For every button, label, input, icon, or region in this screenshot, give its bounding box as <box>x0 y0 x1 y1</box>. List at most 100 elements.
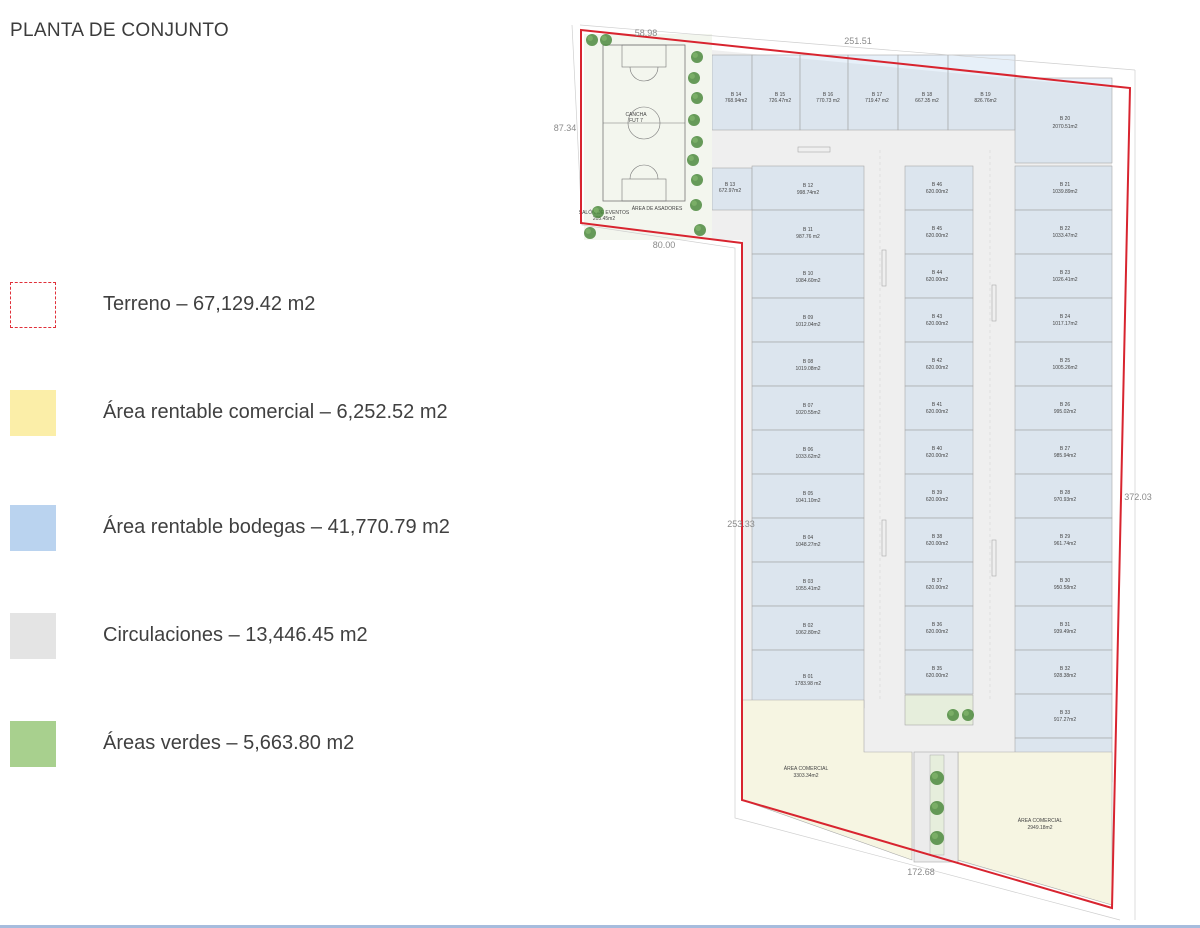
tree-highlight <box>692 175 698 181</box>
green-area-center <box>904 694 974 726</box>
tree-highlight <box>587 35 593 41</box>
bodega-label: B 05 <box>803 491 814 497</box>
bodega-label: B 04 <box>803 535 814 541</box>
bodega-label: B 20 <box>1060 116 1071 122</box>
tree-highlight <box>931 802 939 810</box>
bodega-label: B 25 <box>1060 358 1071 364</box>
bodega-b25 <box>1014 341 1113 387</box>
bodega-area: 1020.55m2 <box>795 410 820 416</box>
bodega-area: 1041.10m2 <box>795 498 820 504</box>
bodega-b26 <box>1014 385 1113 431</box>
bodega-label: B 27 <box>1060 446 1071 452</box>
bodega-label: B 21 <box>1060 182 1071 188</box>
bodega-area: 1005.26m2 <box>1052 365 1077 371</box>
bodega-b42 <box>904 341 974 387</box>
bodega-area: 950.58m2 <box>1054 585 1076 591</box>
bodega-label: B 42 <box>932 358 943 364</box>
bodega-label: B 32 <box>1060 666 1071 672</box>
bodega-b46 <box>904 165 974 211</box>
tree-highlight <box>692 93 698 99</box>
bodega-b37 <box>904 561 974 607</box>
bodega-b22 <box>1014 209 1113 255</box>
bodega-area: 620.00m2 <box>926 541 948 547</box>
tree-highlight <box>585 228 591 234</box>
bodega-b31 <box>1014 605 1113 651</box>
bodega-area: 620.00m2 <box>926 189 948 195</box>
bodega-area: 1062.80m2 <box>795 630 820 636</box>
dimension-label: 87.34 <box>554 123 577 133</box>
tree-highlight <box>931 832 939 840</box>
bodega-b21 <box>1014 165 1113 211</box>
bodega-label: B 44 <box>932 270 943 276</box>
bodega-label: B 09 <box>803 315 814 321</box>
tree-highlight <box>948 710 954 716</box>
bodega-label: B 10 <box>803 271 814 277</box>
bodega-label: B 39 <box>932 490 943 496</box>
bodega-b44 <box>904 253 974 299</box>
bodega-area: 1026.41m2 <box>1052 277 1077 283</box>
bodega-label: B 22 <box>1060 226 1071 232</box>
bodega-label: B 07 <box>803 403 814 409</box>
bodega-area: 620.00m2 <box>926 629 948 635</box>
bodega-label: B 31 <box>1060 622 1071 628</box>
bodega-area: 620.00m2 <box>926 277 948 283</box>
comercial-right-label: ÁREA COMERCIAL <box>1018 817 1063 824</box>
bodega-area: 826.76m2 <box>974 98 996 104</box>
bodega-label: B 37 <box>932 578 943 584</box>
bodega-label: B 11 <box>803 227 813 233</box>
bodega-area: 620.00m2 <box>926 233 948 239</box>
bodega-area: 1084.60m2 <box>795 278 820 284</box>
comercial-left-area: 3303.34m2 <box>793 773 818 779</box>
bodega-area: 1033.62m2 <box>795 454 820 460</box>
bodega-label: B 30 <box>1060 578 1071 584</box>
bodega-label: B 43 <box>932 314 943 320</box>
bodega-area: 917.27m2 <box>1054 717 1076 723</box>
bodega-label: B 26 <box>1060 402 1071 408</box>
bodega-label: B 02 <box>803 623 814 629</box>
bodega-area: 970.93m2 <box>1054 497 1076 503</box>
bodega-b32 <box>1014 649 1113 695</box>
tree-highlight <box>593 207 599 213</box>
bodega-b35 <box>904 649 974 695</box>
comercial-right-area: 2949.18m2 <box>1027 825 1052 831</box>
bodega-label: B 46 <box>932 182 943 188</box>
bodega-label: B 35 <box>932 666 943 672</box>
bodega-area: 768.94m2 <box>725 98 747 104</box>
cancha-label: FUT 7 <box>629 118 643 124</box>
bodega-b43 <box>904 297 974 343</box>
tree-highlight <box>688 155 694 161</box>
bodega-b45 <box>904 209 974 255</box>
bodega-b28 <box>1014 473 1113 519</box>
bodega-b36 <box>904 605 974 651</box>
bodega-label: B 38 <box>932 534 943 540</box>
bodega-label: B 45 <box>932 226 943 232</box>
bodega-label: B 03 <box>803 579 814 585</box>
comercial-left-label: ÁREA COMERCIAL <box>784 765 829 772</box>
tree-highlight <box>689 73 695 79</box>
dimension-label: 251.51 <box>844 36 872 46</box>
tree-highlight <box>695 225 701 231</box>
tree-highlight <box>601 35 607 41</box>
bodega-area: 1019.08m2 <box>795 366 820 372</box>
bodega-area: 1039.89m2 <box>1052 189 1077 195</box>
bodega-area: 928.38m2 <box>1054 673 1076 679</box>
bodega-area: 620.00m2 <box>926 321 948 327</box>
bodega-label: B 40 <box>932 446 943 452</box>
bodega-area: 719.47 m2 <box>865 98 889 104</box>
bodega-label: B 23 <box>1060 270 1071 276</box>
bodega-label: B 08 <box>803 359 814 365</box>
dimension-label: 253.33 <box>727 519 755 529</box>
bodega-b38 <box>904 517 974 563</box>
bodega-area: 995.02m2 <box>1054 409 1076 415</box>
bodega-label: B 28 <box>1060 490 1071 496</box>
bodega-area: 620.00m2 <box>926 585 948 591</box>
tree-highlight <box>692 137 698 143</box>
bodega-b30 <box>1014 561 1113 607</box>
bodega-b27 <box>1014 429 1113 475</box>
bodega-b33 <box>1014 693 1113 739</box>
bodega-area: 939.49m2 <box>1054 629 1076 635</box>
bodega-label: B 06 <box>803 447 814 453</box>
bodega-area: 1783.98 m2 <box>795 681 822 687</box>
tree-highlight <box>691 200 697 206</box>
bodega-area: 620.00m2 <box>926 409 948 415</box>
